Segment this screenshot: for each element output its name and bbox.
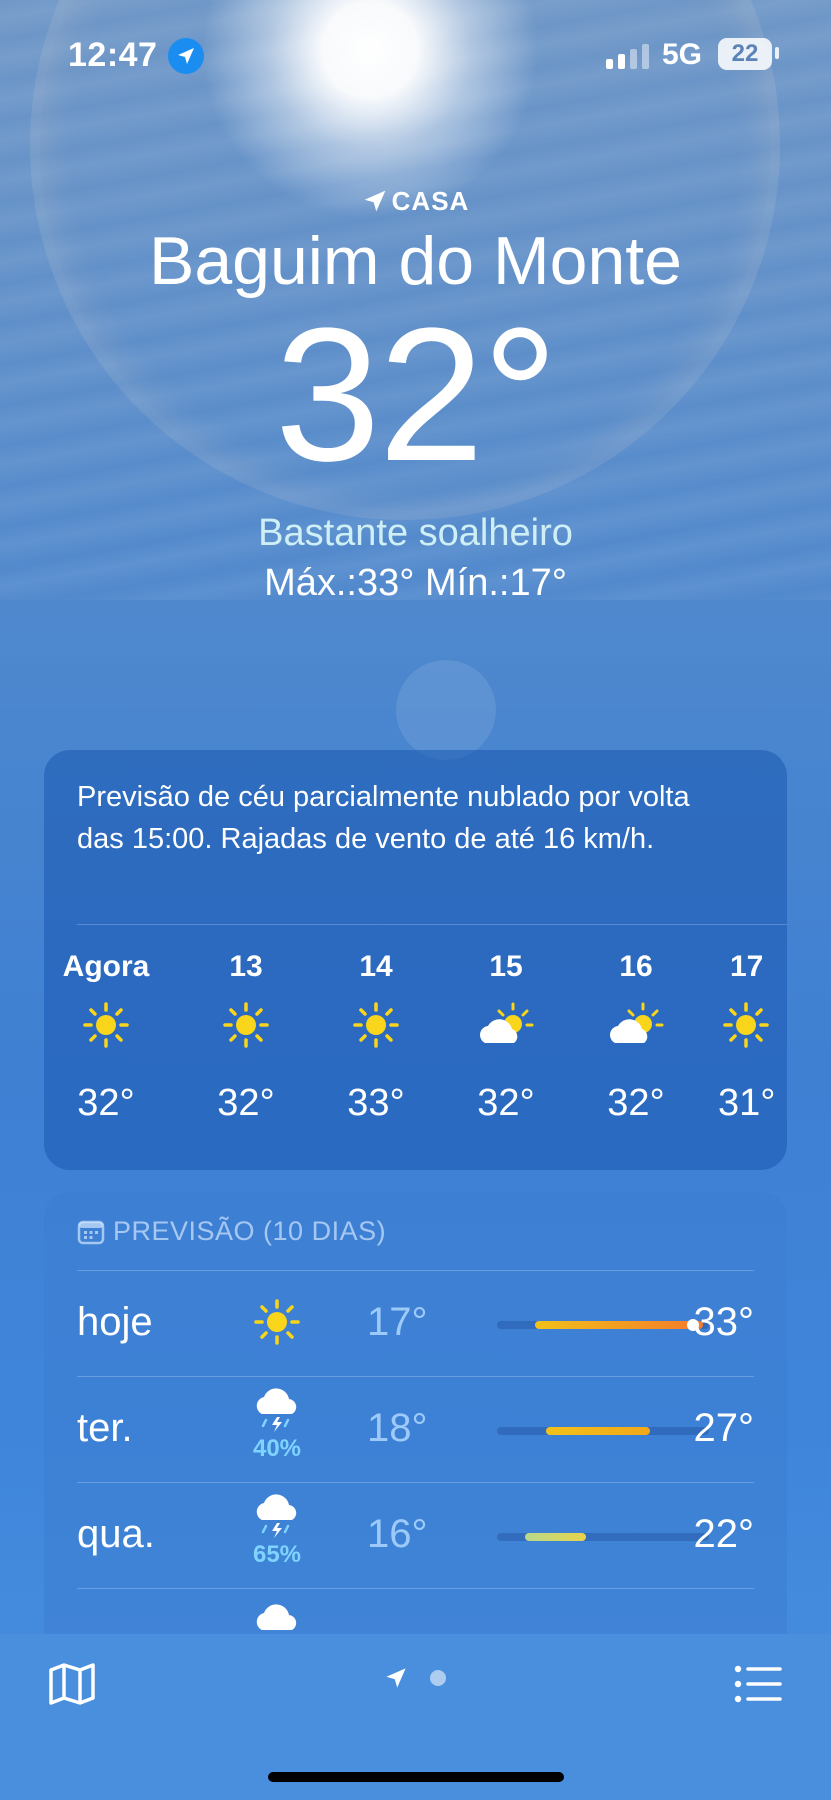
day-row[interactable]: ter. 40% 18° 27°: [77, 1376, 754, 1482]
sun-icon: [237, 1298, 317, 1351]
hour-temperature: 31°: [718, 1082, 776, 1124]
battery-icon: 22: [718, 38, 772, 70]
partly-cloudy-icon: [576, 990, 696, 1060]
day-name: ter.: [77, 1406, 133, 1450]
hour-item[interactable]: 14 33°: [316, 950, 436, 1125]
hour-label: Agora: [62, 950, 150, 983]
home-label-text: CASA: [391, 186, 470, 216]
thunderstorm-icon: 40%: [237, 1388, 317, 1463]
cellular-signal-icon: [606, 44, 649, 69]
lens-flare: [396, 660, 496, 760]
home-indicator[interactable]: [268, 1772, 564, 1782]
location-active-icon: [168, 38, 204, 74]
partly-cloudy-icon: [446, 990, 566, 1060]
precipitation-chance: 40%: [252, 1435, 302, 1462]
temperature-range-fill: [524, 1533, 587, 1541]
precipitation-chance: 65%: [252, 1541, 302, 1568]
current-temperature: 32°: [274, 289, 558, 501]
hour-label: 15: [489, 950, 523, 983]
forecast-summary: Previsão de céu parcialmente nublado por…: [77, 781, 690, 855]
status-time: 12:47: [68, 36, 158, 74]
weather-condition: Bastante soalheiro: [258, 512, 573, 554]
list-icon[interactable]: [734, 1664, 784, 1709]
hour-temperature: 32°: [217, 1082, 275, 1124]
divider: [77, 924, 787, 925]
home-location-label: CASA: [0, 186, 831, 217]
hour-temperature: 32°: [77, 1082, 135, 1124]
hour-temperature: 32°: [607, 1082, 665, 1124]
hour-item[interactable]: 13 32°: [186, 950, 306, 1125]
location-arrow-icon: [386, 1668, 406, 1688]
hour-temperature: 32°: [477, 1082, 535, 1124]
sun-icon: [46, 990, 166, 1060]
hour-label: 14: [359, 950, 393, 983]
hour-item[interactable]: 15 32°: [446, 950, 566, 1125]
low-temperature: 17°: [367, 1300, 428, 1344]
high-temperature: 33°: [693, 1300, 755, 1344]
map-icon[interactable]: [48, 1662, 96, 1711]
hour-item[interactable]: 17 31°: [706, 950, 787, 1125]
hourly-forecast-card[interactable]: Previsão de céu parcialmente nublado por…: [44, 750, 787, 1170]
location-arrow-icon: [364, 190, 386, 212]
high-low-temperature: Máx.:33° Mín.:17°: [264, 562, 567, 604]
weather-screen: 12:47 5G 22 CASA Baguim do Monte 32° Bas…: [0, 0, 831, 1800]
low-temperature: 16°: [367, 1512, 428, 1556]
low-temperature: 18°: [367, 1406, 428, 1450]
hour-item[interactable]: Agora 32°: [46, 950, 166, 1125]
sun-icon: [186, 990, 306, 1060]
sun-icon: [706, 990, 787, 1060]
day-name: qua.: [77, 1512, 155, 1556]
network-type: 5G: [662, 38, 703, 71]
page-indicator[interactable]: [384, 1666, 446, 1690]
ten-day-header: PREVISÃO (10 DIAS): [77, 1216, 386, 1247]
hour-label: 13: [229, 950, 263, 983]
thunderstorm-icon: 65%: [237, 1494, 317, 1569]
hour-label: 17: [730, 950, 764, 983]
day-row[interactable]: hoje 17° 33°: [77, 1270, 754, 1376]
high-temperature: 27°: [693, 1406, 755, 1450]
day-row[interactable]: qua. 65% 16° 22°: [77, 1482, 754, 1588]
page-dot: [430, 1670, 446, 1686]
calendar-icon: [77, 1220, 105, 1245]
sun-icon: [316, 990, 436, 1060]
hour-item[interactable]: 16 32°: [576, 950, 696, 1125]
hour-label: 16: [619, 950, 653, 983]
day-name: hoje: [77, 1300, 153, 1344]
temperature-range-fill: [545, 1427, 650, 1435]
battery-tip: [775, 47, 779, 59]
hour-temperature: 33°: [347, 1082, 405, 1124]
status-bar: 12:47 5G 22: [0, 0, 831, 110]
ten-day-header-text: PREVISÃO (10 DIAS): [113, 1216, 387, 1246]
high-temperature: 22°: [693, 1512, 755, 1556]
